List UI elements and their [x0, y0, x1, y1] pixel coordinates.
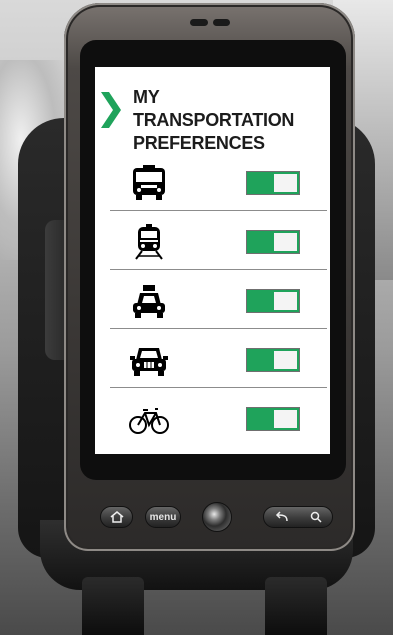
menu-label: menu — [149, 511, 177, 523]
bicycle-toggle[interactable] — [246, 407, 300, 431]
header: MY TRANSPORTATION PREFERENCES — [95, 67, 330, 153]
title-line-1: MY TRANSPORTATION — [133, 87, 295, 130]
divider — [110, 210, 327, 211]
toggle-knob — [274, 174, 297, 192]
home-button[interactable] — [100, 506, 133, 528]
earpiece-speaker — [190, 19, 230, 26]
divider — [110, 269, 327, 270]
preference-row-train — [95, 212, 330, 270]
toggle-knob — [274, 410, 297, 428]
preference-row-car — [95, 330, 330, 388]
preference-row-bus — [95, 153, 330, 211]
bicycle-icon — [129, 408, 169, 434]
toggle-knob — [274, 351, 297, 369]
search-icon[interactable] — [309, 511, 323, 523]
mount-foot-left — [82, 577, 144, 635]
car-icon — [130, 348, 168, 376]
divider — [110, 328, 327, 329]
back-arrow-icon[interactable] — [274, 511, 290, 523]
mount-foot-right — [265, 577, 327, 635]
app-screen: MY TRANSPORTATION PREFERENCES — [95, 67, 330, 454]
trackball[interactable] — [202, 502, 232, 532]
bus-icon — [133, 165, 165, 200]
taxi-icon — [133, 285, 165, 318]
car-toggle[interactable] — [246, 348, 300, 372]
page-title: MY TRANSPORTATION PREFERENCES — [133, 86, 323, 155]
divider — [110, 387, 327, 388]
bus-toggle[interactable] — [246, 171, 300, 195]
toggle-knob — [274, 292, 297, 310]
chevron-right-icon[interactable] — [101, 92, 121, 128]
title-line-2: PREFERENCES — [133, 133, 265, 153]
preference-row-taxi — [95, 271, 330, 329]
home-icon — [110, 511, 123, 523]
menu-button[interactable]: menu — [145, 506, 181, 528]
preference-row-bicycle — [95, 389, 330, 447]
train-toggle[interactable] — [246, 230, 300, 254]
back-search-button[interactable] — [263, 506, 333, 528]
taxi-toggle[interactable] — [246, 289, 300, 313]
train-icon — [135, 224, 163, 260]
toggle-knob — [274, 233, 297, 251]
